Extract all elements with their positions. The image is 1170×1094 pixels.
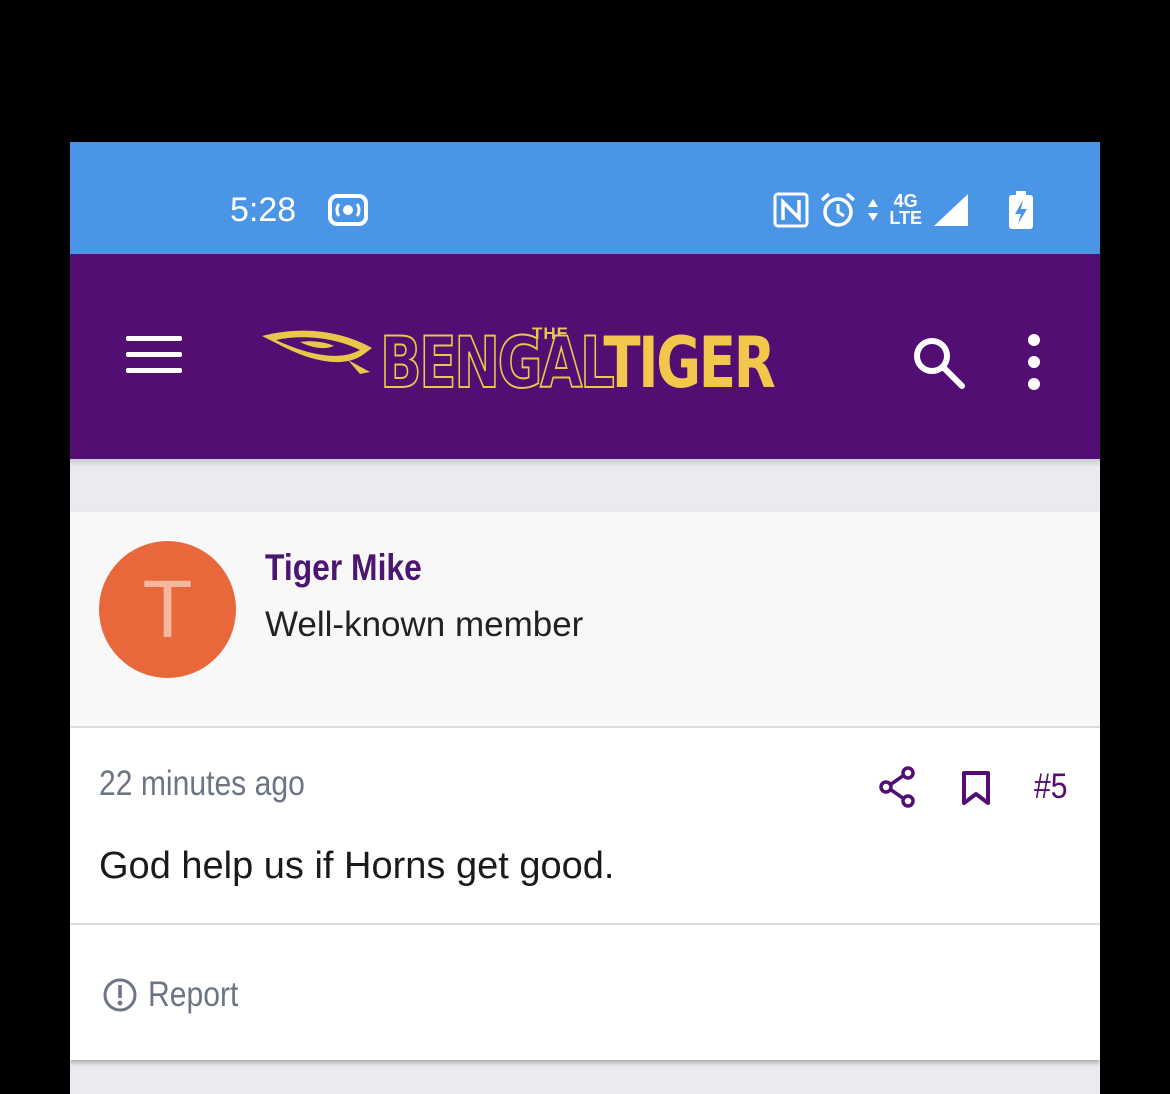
screen-record-icon — [328, 194, 368, 226]
author-name[interactable]: Tiger Mike — [265, 546, 422, 590]
report-button[interactable]: Report — [102, 973, 253, 1017]
tiger-eye-icon — [262, 330, 372, 374]
share-icon[interactable] — [878, 766, 916, 808]
menu-icon[interactable] — [126, 336, 182, 384]
status-icons: 4G LTE — [773, 188, 1034, 232]
bookmark-icon[interactable] — [961, 770, 991, 806]
post-timestamp[interactable]: 22 minutes ago — [99, 764, 305, 804]
nfc-icon — [773, 192, 809, 228]
app-bar-shadow — [70, 459, 1100, 467]
post-number[interactable]: #5 — [1034, 766, 1067, 808]
search-icon[interactable] — [908, 332, 968, 392]
data-arrows-icon — [868, 199, 879, 221]
site-logo[interactable]: THE BENGALTIGER — [260, 316, 820, 401]
report-icon — [103, 978, 137, 1012]
logo-wordmark: BENGALTIGER — [379, 325, 776, 401]
author-role: Well-known member — [265, 605, 584, 644]
network-type: 4G LTE — [889, 191, 922, 228]
post-body: God help us if Horns get good. — [99, 845, 615, 887]
app-bar: THE BENGALTIGER — [70, 254, 1100, 459]
thread-content: T Tiger Mike Well-known member 22 minute… — [70, 459, 1100, 1094]
post-footer: Report — [70, 925, 1100, 1060]
status-bar: 5:28 4G LTE — [70, 142, 1100, 254]
signal-icon — [934, 194, 968, 226]
more-vert-icon[interactable] — [1020, 332, 1048, 392]
report-label: Report — [148, 975, 239, 1014]
logo-tiger: TIGER — [603, 322, 775, 404]
logo-bengal: BENGAL — [379, 322, 606, 404]
post-author: T Tiger Mike Well-known member — [70, 512, 1100, 728]
avatar[interactable]: T — [99, 541, 236, 678]
battery-charging-icon — [1009, 191, 1033, 229]
status-time: 5:28 — [230, 191, 297, 229]
phone-screen: 5:28 4G LTE THE BENGALTIGER T Tiger Mike… — [70, 142, 1100, 1094]
post-main: 22 minutes ago #5 God help us if Horns g… — [70, 728, 1100, 925]
alarm-icon — [821, 192, 856, 227]
post-card: T Tiger Mike Well-known member 22 minute… — [70, 512, 1100, 1060]
